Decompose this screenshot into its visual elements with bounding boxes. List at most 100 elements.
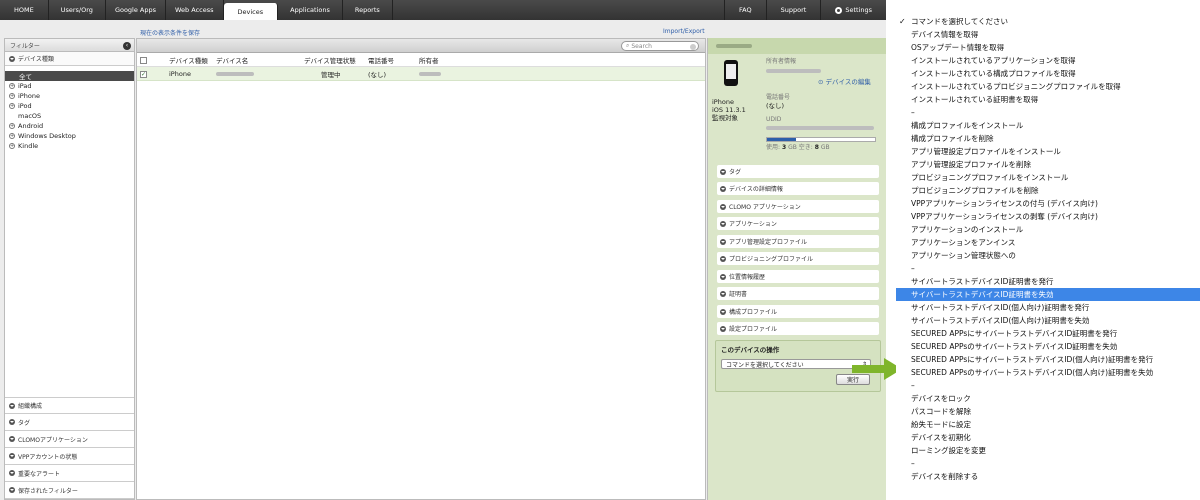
chevron-down-icon: [720, 185, 726, 192]
menu-item[interactable]: VPPアプリケーションライセンスの剥奪 (デバイス向け): [896, 210, 1200, 223]
acc-config-profiles[interactable]: 構成プロファイル: [717, 305, 879, 318]
filter-ipad[interactable]: + iPad: [5, 81, 134, 91]
menu-item[interactable]: インストールされているプロビジョニングプロファイルを取得: [896, 80, 1200, 93]
filter-kindle-label: Kindle: [18, 142, 39, 150]
device-type-section[interactable]: デバイス種類: [5, 52, 134, 66]
filter-ipod[interactable]: + iPod: [5, 101, 134, 111]
acc-device-details[interactable]: デバイスの詳細情報: [717, 182, 879, 195]
filter-macos[interactable]: macOS: [5, 111, 134, 121]
col-device-name[interactable]: デバイス名: [216, 53, 248, 67]
expand-icon[interactable]: +: [9, 123, 15, 129]
menu-item[interactable]: パスコードを解除: [896, 405, 1200, 418]
acc-provisioning[interactable]: プロビジョニングプロファイル: [717, 252, 879, 265]
nav-users-org[interactable]: Users/Org: [49, 0, 106, 20]
col-phone[interactable]: 電話番号: [368, 53, 394, 67]
menu-item[interactable]: サイバートラストデバイスID証明書を発行: [896, 275, 1200, 288]
acc-tag[interactable]: タグ: [717, 165, 879, 178]
menu-item[interactable]: デバイスをロック: [896, 392, 1200, 405]
iphone-icon: [724, 60, 738, 86]
nav-faq[interactable]: FAQ: [724, 0, 766, 20]
nav-home[interactable]: HOME: [0, 0, 49, 20]
menu-item[interactable]: SECURED APPsのサイバートラストデバイスID(個人向け)証明書を失効: [896, 366, 1200, 379]
menu-item[interactable]: インストールされている構成プロファイルを取得: [896, 67, 1200, 80]
select-all-checkbox[interactable]: [140, 53, 147, 67]
menu-item[interactable]: 紛失モードに設定: [896, 418, 1200, 431]
menu-item[interactable]: アプリ管理設定プロファイルを削除: [896, 158, 1200, 171]
row-device-name-redacted: [216, 67, 254, 81]
menu-item-label: SECURED APPsのサイバートラストデバイスID(個人向け)証明書を失効: [911, 368, 1154, 377]
menu-item[interactable]: 構成プロファイルを削除: [896, 132, 1200, 145]
nav-support[interactable]: Support: [765, 0, 821, 20]
menu-item[interactable]: デバイスを初期化: [896, 431, 1200, 444]
menu-item[interactable]: SECURED APPsにサイバートラストデバイスID(個人向け)証明書を発行: [896, 353, 1200, 366]
storage-used: 3: [781, 144, 787, 151]
section-vpp[interactable]: VPPアカウントの状態: [5, 448, 134, 465]
menu-item[interactable]: サイバートラストデバイスID(個人向け)証明書を失効: [896, 314, 1200, 327]
filter-kindle[interactable]: + Kindle: [5, 141, 134, 151]
menu-item[interactable]: SECURED APPsにサイバートラストデバイスID証明書を発行: [896, 327, 1200, 340]
save-view-link[interactable]: 現在の表示条件を保存: [140, 28, 200, 37]
nav-devices[interactable]: Devices: [223, 3, 279, 20]
acc-applications[interactable]: アプリケーション: [717, 217, 879, 230]
filter-android[interactable]: + Android: [5, 121, 134, 131]
filter-all[interactable]: 全て: [5, 71, 134, 81]
section-org[interactable]: 組織構成: [5, 397, 134, 414]
menu-item[interactable]: デバイス情報を取得: [896, 28, 1200, 41]
menu-item[interactable]: ローミング設定を変更: [896, 444, 1200, 457]
menu-item[interactable]: サイバートラストデバイスID(個人向け)証明書を発行: [896, 301, 1200, 314]
menu-item[interactable]: インストールされているアプリケーションを取得: [896, 54, 1200, 67]
nav-settings[interactable]: Settings: [820, 0, 886, 20]
menu-separator: –: [896, 457, 1200, 470]
expand-icon[interactable]: +: [9, 103, 15, 109]
nav-web-access[interactable]: Web Access: [166, 0, 224, 20]
acc-settings-profiles[interactable]: 設定プロファイル: [717, 322, 879, 335]
menu-item[interactable]: アプリ管理設定プロファイルをインストール: [896, 145, 1200, 158]
search-input[interactable]: ⌕ Search: [621, 41, 699, 51]
menu-item[interactable]: VPPアプリケーションライセンスの付与 (デバイス向け): [896, 197, 1200, 210]
clear-icon[interactable]: [690, 43, 696, 50]
menu-item[interactable]: サイバートラストデバイスID証明書を失効: [896, 288, 1200, 301]
filter-windows-desktop[interactable]: + Windows Desktop: [5, 131, 134, 141]
col-device-type[interactable]: デバイス種類: [169, 53, 208, 67]
menu-item[interactable]: アプリケーション管理状態への: [896, 249, 1200, 262]
expand-icon[interactable]: +: [9, 133, 15, 139]
col-owner[interactable]: 所有者: [419, 53, 439, 67]
menu-item[interactable]: インストールされている証明書を取得: [896, 93, 1200, 106]
expand-icon[interactable]: +: [9, 93, 15, 99]
menu-item[interactable]: プロビジョニングプロファイルを削除: [896, 184, 1200, 197]
section-clomo-apps[interactable]: CLOMOアプリケーション: [5, 431, 134, 448]
menu-item[interactable]: アプリケーションをアンインス: [896, 236, 1200, 249]
section-alerts[interactable]: 重要なアラート: [5, 465, 134, 482]
import-export-link[interactable]: Import/Export: [663, 28, 705, 35]
section-saved-filters[interactable]: 保存されたフィルター: [5, 482, 134, 499]
phone-value: (なし): [766, 102, 785, 110]
menu-item[interactable]: SECURED APPsのサイバートラストデバイスID証明書を失効: [896, 340, 1200, 353]
menu-item[interactable]: 構成プロファイルをインストール: [896, 119, 1200, 132]
acc-clomo-apps[interactable]: CLOMO アプリケーション: [717, 200, 879, 213]
udid-label: UDID: [766, 116, 782, 123]
menu-item[interactable]: プロビジョニングプロファイルをインストール: [896, 171, 1200, 184]
filter-iphone[interactable]: + iPhone: [5, 91, 134, 101]
sidebar-bottom-sections: 組織構成 タグ CLOMOアプリケーション VPPアカウントの状態 重要なアラー…: [5, 397, 134, 499]
acc-certificates[interactable]: 証明書: [717, 287, 879, 300]
menu-item[interactable]: デバイスを削除する: [896, 470, 1200, 483]
command-select[interactable]: コマンドを選択してください ⇕: [721, 359, 871, 369]
acc-location-history[interactable]: 位置情報履歴: [717, 270, 879, 283]
collapse-left-icon[interactable]: ‹: [123, 42, 131, 50]
edit-device-link[interactable]: ⊙ デバイスの編集: [818, 78, 871, 86]
menu-item-label: SECURED APPsのサイバートラストデバイスID証明書を失効: [911, 342, 1118, 351]
nav-applications[interactable]: Applications: [278, 0, 343, 20]
expand-icon[interactable]: +: [9, 143, 15, 149]
table-row[interactable]: ✓ iPhone 管理中 (なし): [137, 67, 705, 81]
col-manage-status[interactable]: デバイス管理状態: [304, 53, 356, 67]
nav-reports[interactable]: Reports: [343, 0, 393, 20]
menu-item[interactable]: OSアップデート情報を取得: [896, 41, 1200, 54]
nav-google-apps[interactable]: Google Apps: [106, 0, 167, 20]
acc-app-config[interactable]: アプリ管理設定プロファイル: [717, 235, 879, 248]
expand-icon[interactable]: +: [9, 83, 15, 89]
menu-item[interactable]: アプリケーションのインストール: [896, 223, 1200, 236]
device-detail-panel: iPhone iOS 11.3.1 監視対象 所有者情報 ⊙ デバイスの編集 電…: [707, 38, 886, 500]
menu-item[interactable]: ✓ コマンドを選択してください: [896, 15, 1200, 28]
row-checkbox[interactable]: ✓: [140, 67, 147, 81]
section-tag[interactable]: タグ: [5, 414, 134, 431]
